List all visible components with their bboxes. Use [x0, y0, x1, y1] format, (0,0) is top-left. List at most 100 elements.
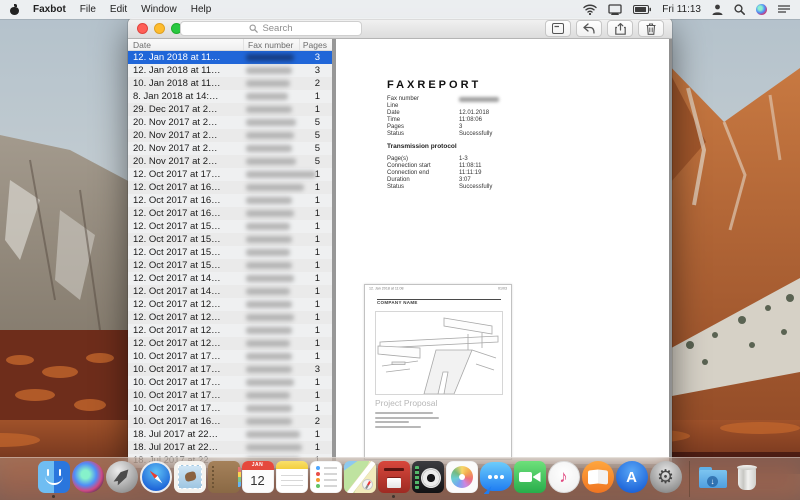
- preview-button[interactable]: [545, 20, 571, 37]
- fax-row-pages: 3: [300, 64, 332, 77]
- dock-messages-icon[interactable]: [480, 462, 512, 491]
- display-icon[interactable]: [608, 4, 622, 15]
- fax-row[interactable]: 12. Oct 2017 at 16…1: [128, 181, 332, 194]
- fax-row[interactable]: 12. Jan 2018 at 11…3: [128, 64, 332, 77]
- dock-reminders-icon[interactable]: [310, 461, 342, 493]
- fax-row-pages: 1: [300, 103, 332, 116]
- fax-row[interactable]: 12. Jan 2018 at 11…3: [128, 51, 332, 64]
- dock-ibooks-icon[interactable]: [582, 461, 614, 493]
- fax-row-date: 10. Oct 2017 at 17…: [128, 376, 244, 389]
- fax-row-pages: 1: [300, 181, 332, 194]
- fax-row[interactable]: 12. Oct 2017 at 12…1: [128, 324, 332, 337]
- spotlight-icon[interactable]: [734, 4, 745, 15]
- fax-row[interactable]: 12. Oct 2017 at 15…1: [128, 233, 332, 246]
- menu-clock[interactable]: Fri 11:13: [662, 4, 701, 15]
- dock-settings-icon[interactable]: ⚙: [650, 461, 682, 493]
- close-window-button[interactable]: [137, 23, 148, 34]
- redacted-blur: [246, 418, 292, 425]
- column-header-date[interactable]: Date: [128, 39, 244, 50]
- dock-contacts-icon[interactable]: [208, 461, 240, 493]
- redacted-blur: [246, 93, 288, 100]
- menu-item-file[interactable]: File: [80, 4, 96, 15]
- fax-row[interactable]: 12. Oct 2017 at 12…1: [128, 298, 332, 311]
- dock-safari-icon[interactable]: [140, 461, 172, 493]
- siri-icon[interactable]: [756, 4, 767, 15]
- apple-menu-icon[interactable]: [10, 5, 19, 15]
- dock-downloads-icon[interactable]: ↓: [697, 461, 729, 493]
- report-field-label: Date: [387, 110, 459, 117]
- fax-row[interactable]: 10. Oct 2017 at 17…1: [128, 402, 332, 415]
- thumbnail-redacted-line: [375, 417, 439, 419]
- fax-row[interactable]: 10. Jan 2018 at 11…2: [128, 77, 332, 90]
- menu-item-help[interactable]: Help: [191, 4, 212, 15]
- fax-row-pages: 5: [300, 155, 332, 168]
- dock-launchpad-icon[interactable]: [106, 461, 138, 493]
- report-field: Fax number: [387, 96, 499, 103]
- fax-row[interactable]: 12. Oct 2017 at 12…1: [128, 337, 332, 350]
- dock-rotary-icon[interactable]: [412, 461, 444, 493]
- wifi-icon[interactable]: [583, 4, 597, 15]
- fax-row[interactable]: 20. Nov 2017 at 2…5: [128, 116, 332, 129]
- column-header-pages[interactable]: Pages: [300, 39, 332, 50]
- dock-faxbot-icon[interactable]: [378, 461, 410, 493]
- redacted-blur: [246, 288, 290, 295]
- fax-row[interactable]: 20. Nov 2017 at 2…5: [128, 155, 332, 168]
- menu-item-window[interactable]: Window: [141, 4, 177, 15]
- dock-calendar-icon[interactable]: JAN12: [242, 461, 274, 493]
- redacted-blur: [246, 392, 290, 399]
- user-icon[interactable]: [712, 4, 723, 15]
- fax-row-number-redacted: [244, 142, 300, 155]
- fax-page-thumbnail[interactable]: 12. Jan 2018 at 11:08 01/03 COMPANY NAME: [364, 284, 512, 460]
- fax-row[interactable]: 12. Oct 2017 at 16…1: [128, 194, 332, 207]
- battery-icon[interactable]: [633, 5, 651, 14]
- fax-row[interactable]: 12. Oct 2017 at 16…1: [128, 207, 332, 220]
- fax-row-pages: 1: [300, 324, 332, 337]
- fax-row[interactable]: 10. Oct 2017 at 16…2: [128, 415, 332, 428]
- dock-facetime-icon[interactable]: [514, 461, 546, 493]
- fax-row[interactable]: 12. Oct 2017 at 12…1: [128, 311, 332, 324]
- share-button[interactable]: [607, 20, 633, 37]
- dock-maps-icon[interactable]: [344, 461, 376, 493]
- fax-row-number-redacted: [244, 64, 300, 77]
- dock-appstore-icon[interactable]: A: [616, 461, 648, 493]
- column-header-fax-number[interactable]: Fax number: [244, 39, 300, 50]
- share-icon: [615, 23, 626, 35]
- fax-row[interactable]: 12. Oct 2017 at 15…1: [128, 259, 332, 272]
- dock-mail-icon[interactable]: [174, 461, 206, 493]
- dock-itunes-icon[interactable]: ♪: [548, 461, 580, 493]
- fax-row[interactable]: 12. Oct 2017 at 14…1: [128, 272, 332, 285]
- report-field-label: Connection end: [387, 170, 459, 177]
- fax-row[interactable]: 12. Oct 2017 at 14…1: [128, 285, 332, 298]
- fax-row[interactable]: 20. Nov 2017 at 2…5: [128, 142, 332, 155]
- fax-row[interactable]: 18. Jul 2017 at 22…1: [128, 428, 332, 441]
- fax-row[interactable]: 10. Oct 2017 at 17…3: [128, 363, 332, 376]
- title-bar[interactable]: Search: [128, 18, 672, 39]
- fax-row[interactable]: 10. Oct 2017 at 17…1: [128, 376, 332, 389]
- search-input[interactable]: Search: [180, 21, 362, 36]
- fax-row-number-redacted: [244, 337, 300, 350]
- fax-row[interactable]: 20. Nov 2017 at 2…5: [128, 129, 332, 142]
- fax-row[interactable]: 18. Jul 2017 at 22…1: [128, 441, 332, 454]
- fax-row-date: 20. Nov 2017 at 2…: [128, 116, 244, 129]
- fax-report-page: FAXREPORT Fax numberLineDate12.01.2018Ti…: [336, 39, 669, 464]
- resend-button[interactable]: [576, 20, 602, 37]
- fax-row-number-redacted: [244, 350, 300, 363]
- dock-photos-icon[interactable]: [446, 461, 478, 493]
- fax-row[interactable]: 12. Oct 2017 at 15…1: [128, 220, 332, 233]
- delete-button[interactable]: [638, 20, 664, 37]
- fax-row[interactable]: 10. Oct 2017 at 17…1: [128, 350, 332, 363]
- minimize-window-button[interactable]: [154, 23, 165, 34]
- fax-row[interactable]: 12. Oct 2017 at 15…1: [128, 246, 332, 259]
- dock-notes-icon[interactable]: [276, 461, 308, 493]
- fax-row[interactable]: 8. Jan 2018 at 14:…1: [128, 90, 332, 103]
- fax-row[interactable]: 10. Oct 2017 at 17…1: [128, 389, 332, 402]
- fax-row[interactable]: 29. Dec 2017 at 2…1: [128, 103, 332, 116]
- dock-trash-icon[interactable]: [731, 461, 763, 493]
- dock-siri-icon[interactable]: [72, 461, 104, 493]
- dock-finder-icon[interactable]: [38, 461, 70, 493]
- notification-list-icon[interactable]: [778, 5, 790, 15]
- menu-item-edit[interactable]: Edit: [110, 4, 127, 15]
- fax-row[interactable]: 12. Oct 2017 at 17…1: [128, 168, 332, 181]
- menu-item-faxbot[interactable]: Faxbot: [33, 4, 66, 15]
- fax-row-date: 10. Jan 2018 at 11…: [128, 77, 244, 90]
